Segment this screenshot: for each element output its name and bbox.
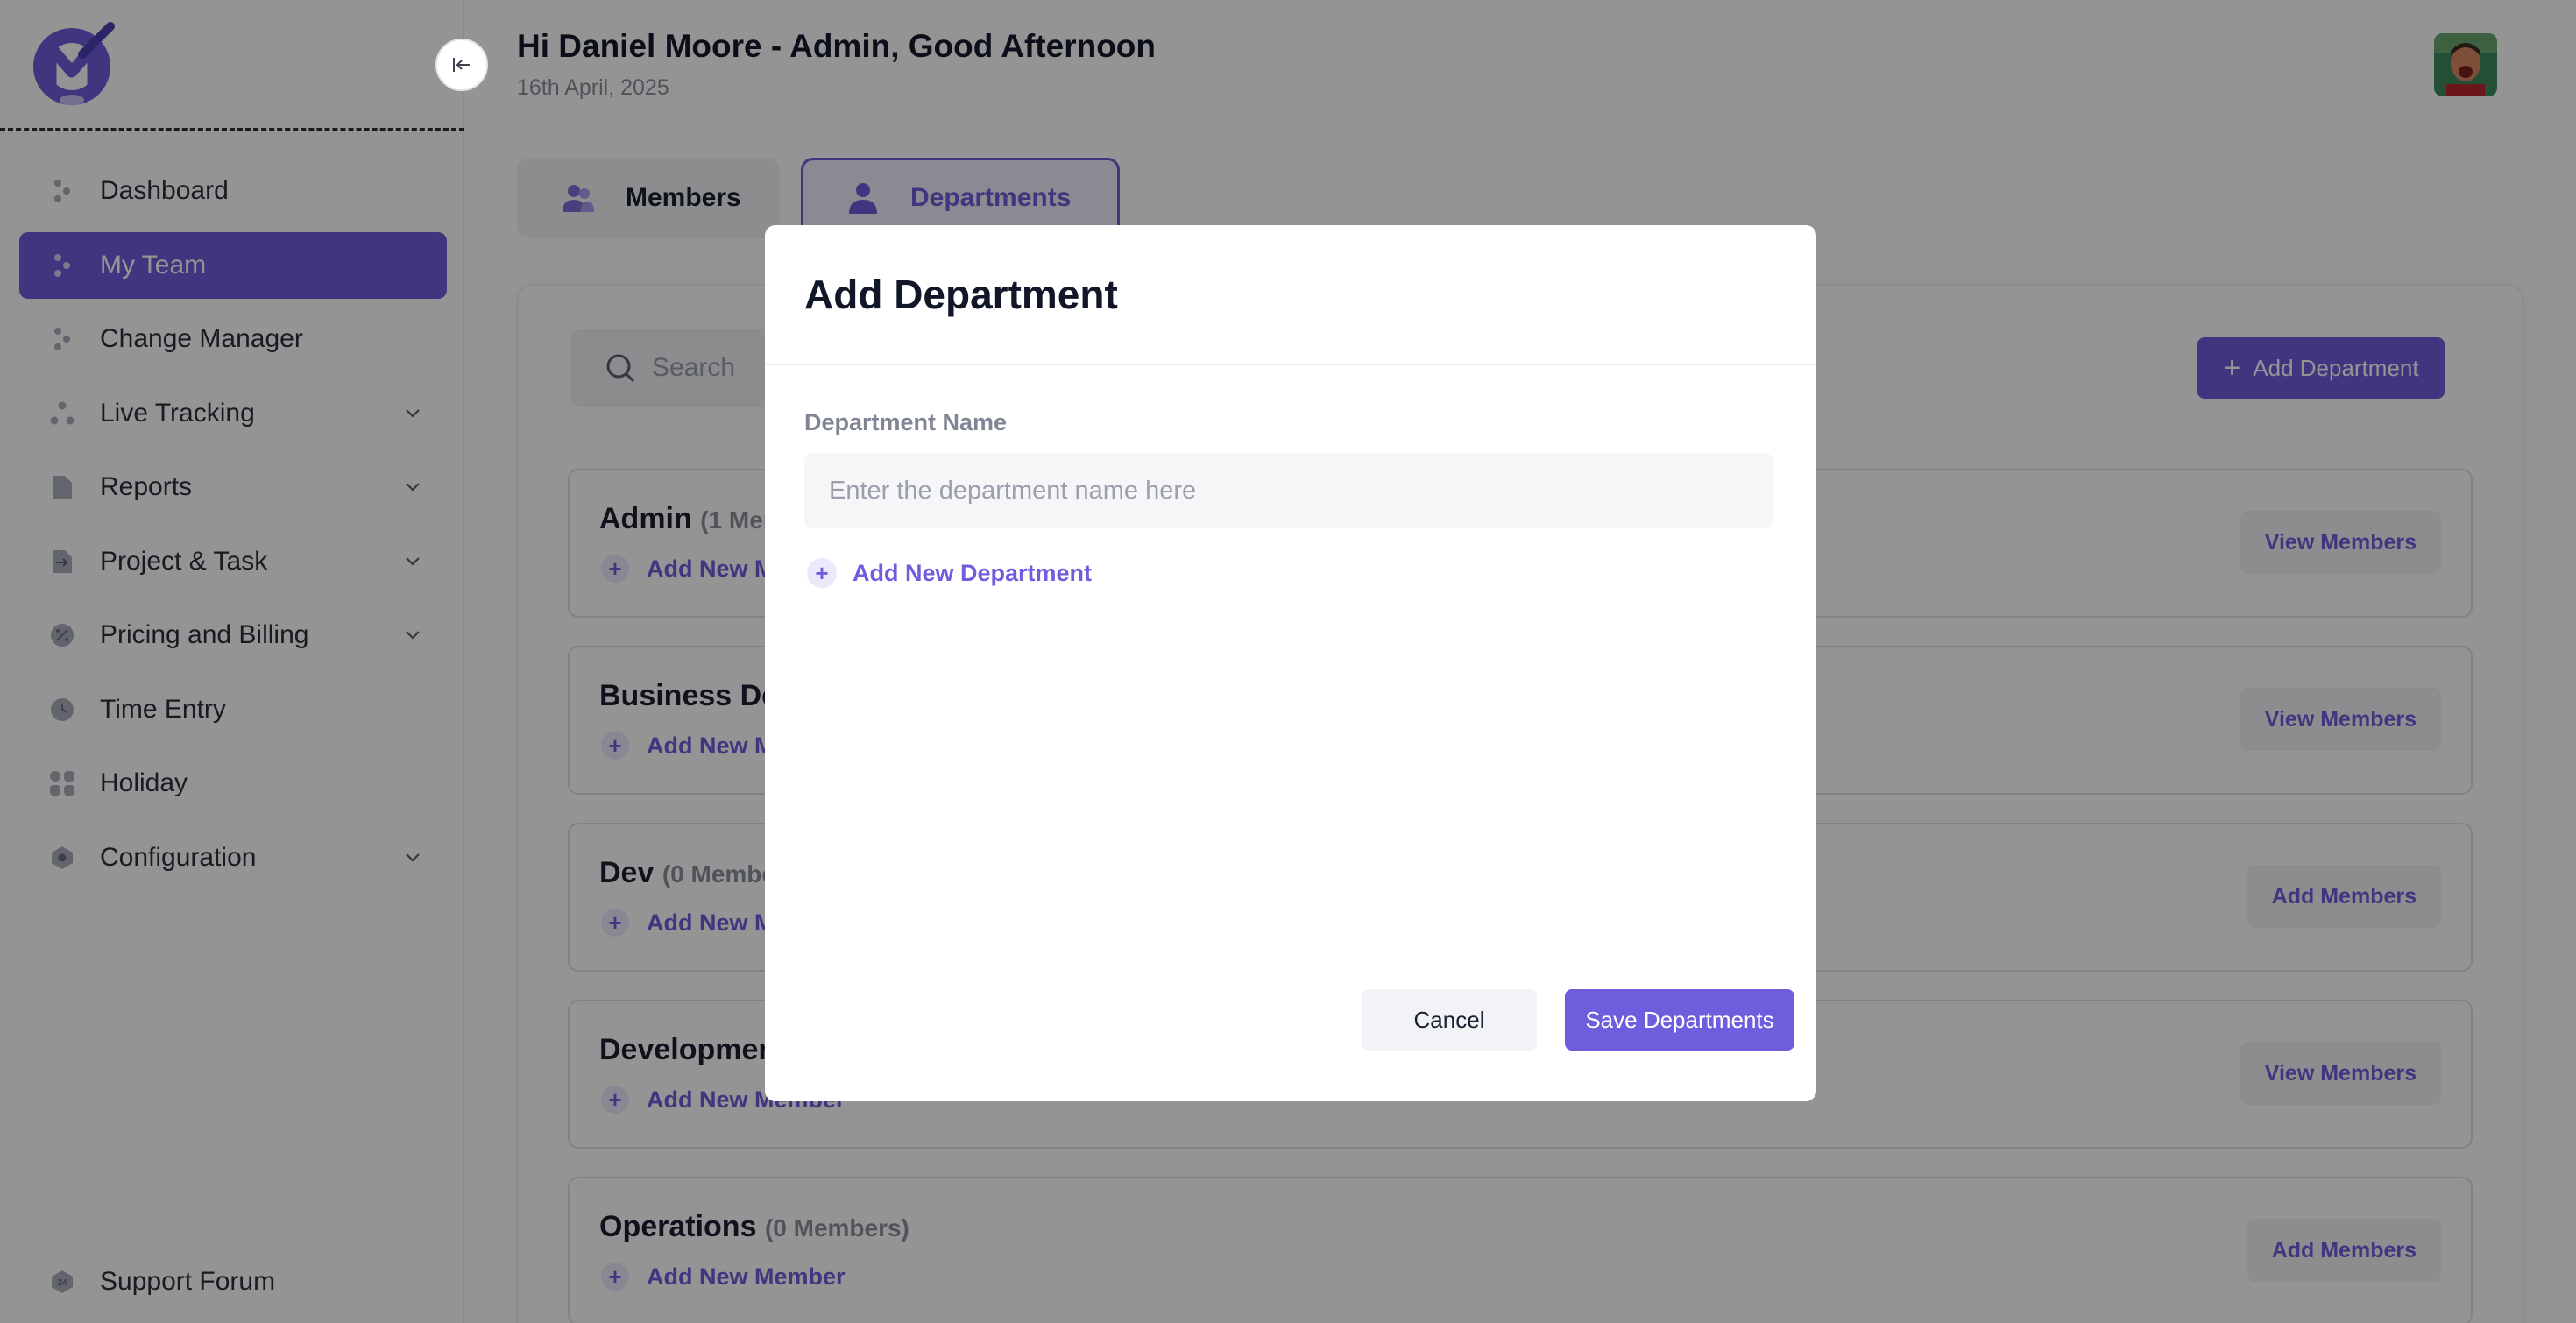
add-new-department-label: Add New Department — [853, 559, 1093, 586]
plus-circle-icon: + — [807, 558, 837, 588]
department-name-field[interactable] — [804, 453, 1773, 528]
save-departments-button[interactable]: Save Departments — [1565, 989, 1794, 1051]
arrow-left-icon — [453, 58, 470, 72]
modal-divider — [765, 364, 1816, 365]
modal-title: Add Department — [804, 272, 1118, 317]
add-department-modal: Add Department Department Name + Add New… — [765, 225, 1816, 1101]
add-new-department-link[interactable]: + Add New Department — [807, 558, 1092, 588]
collapse-sidebar-button[interactable] — [435, 39, 488, 91]
cancel-button[interactable]: Cancel — [1362, 989, 1537, 1051]
department-name-label: Department Name — [804, 409, 1008, 435]
